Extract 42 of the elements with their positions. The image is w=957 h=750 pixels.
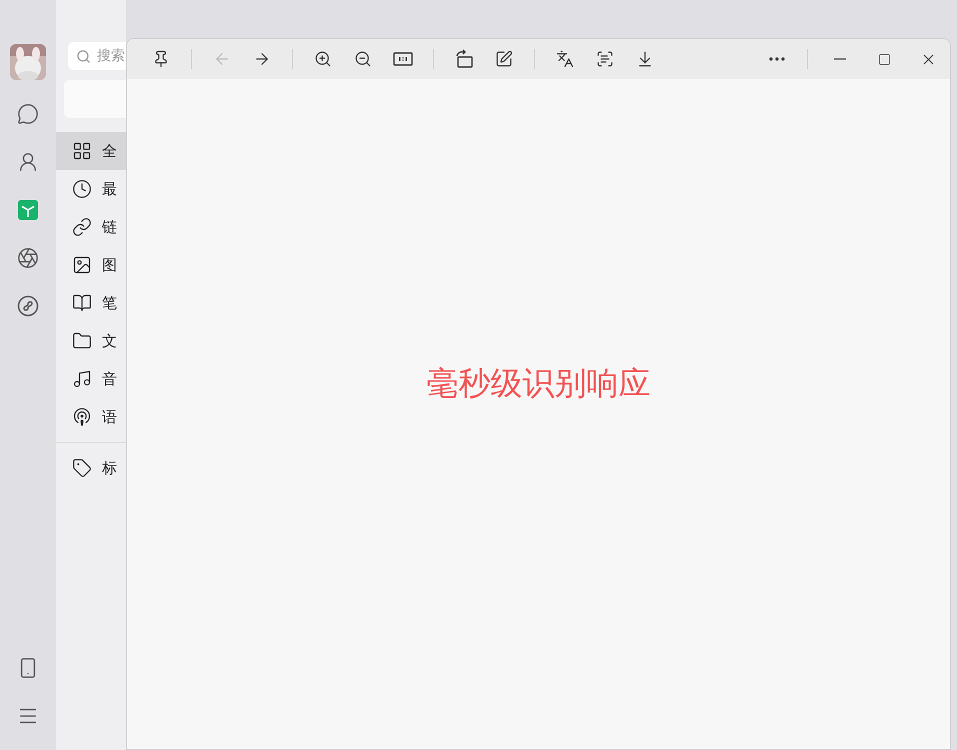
sidebar-item[interactable]: 最 [56, 170, 126, 208]
recognized-text: 毫秒级识别响应 [426, 363, 650, 404]
search-icon [76, 48, 91, 64]
item-label: 最 [102, 180, 117, 198]
pin-icon [152, 50, 170, 68]
sidebar-item[interactable]: 全 [56, 132, 126, 170]
sidebar-item[interactable]: 笔 [56, 284, 126, 322]
item-label: 链 [102, 218, 117, 236]
item-label: 笔 [102, 294, 117, 312]
folder-icon [72, 331, 92, 351]
item-label: 语 [102, 408, 117, 426]
sidebar-item[interactable]: 标 [56, 449, 126, 487]
music-icon [72, 369, 92, 389]
item-label: 文 [102, 332, 117, 350]
sidebar-item[interactable]: 语 [56, 398, 126, 436]
text-scan-icon [596, 50, 614, 68]
image-icon [72, 255, 92, 275]
maximize-icon [878, 52, 890, 66]
sidebar-item[interactable]: 音 [56, 360, 126, 398]
right-arrow-icon [253, 50, 271, 68]
sidebar-item[interactable]: 图 [56, 246, 126, 284]
minimize-icon [834, 58, 846, 60]
item-label: 音 [102, 370, 117, 388]
clock-icon [72, 179, 92, 199]
item-label: 全 [102, 142, 117, 160]
download-icon [636, 50, 654, 68]
more-icon [769, 57, 785, 61]
zoom-in-icon [314, 50, 332, 68]
item-label: 标 [102, 458, 117, 478]
tag-icon [72, 458, 92, 478]
one-to-one-icon [393, 51, 413, 67]
link-icon [72, 217, 92, 237]
pencil-square-icon [495, 50, 513, 68]
zoom-out-icon [354, 50, 372, 68]
item-label: 图 [102, 256, 117, 274]
rotate-icon [454, 49, 474, 69]
grid-icon [72, 141, 92, 161]
translate-icon [556, 50, 574, 68]
book-icon [72, 293, 92, 313]
sidebar-item[interactable]: 文 [56, 322, 126, 360]
sidebar-item[interactable]: 链 [56, 208, 126, 246]
audio-icon [72, 407, 92, 427]
